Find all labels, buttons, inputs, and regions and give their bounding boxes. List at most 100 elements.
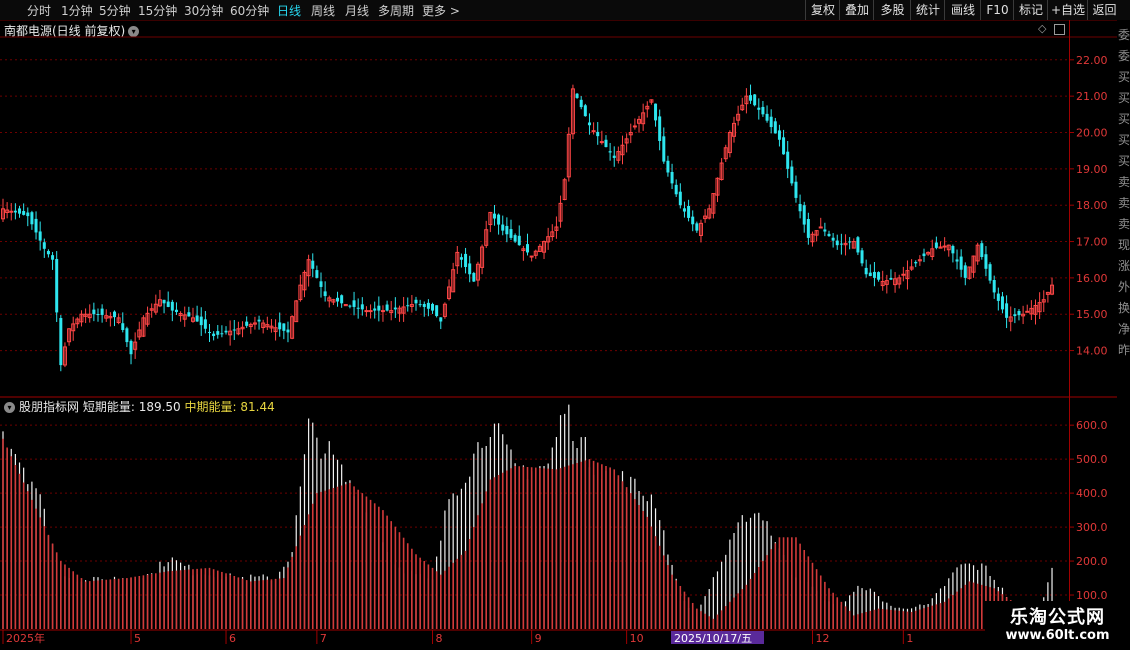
candle-body xyxy=(1000,296,1004,310)
period-tab-multi[interactable]: 多周期 xyxy=(378,2,414,19)
candle-body xyxy=(835,240,839,246)
candle-body xyxy=(340,295,344,304)
candle-body xyxy=(744,95,749,105)
quote-field-label: 涨 xyxy=(1118,259,1130,273)
quote-field-label: 买 xyxy=(1118,70,1130,84)
period-tab-daily[interactable]: 日线 xyxy=(277,2,301,19)
candle-body xyxy=(278,322,282,330)
candle-body xyxy=(818,226,823,229)
candle-body xyxy=(224,330,228,333)
candle-body xyxy=(195,315,199,322)
candle-body xyxy=(360,304,364,310)
period-tab-monthly[interactable]: 月线 xyxy=(345,2,369,19)
candle-body xyxy=(868,272,872,277)
overlay-button[interactable]: 叠加 xyxy=(839,0,874,20)
candle-body xyxy=(302,271,307,291)
candle-body xyxy=(377,305,381,311)
candle-body xyxy=(529,255,534,258)
date-label: 12 xyxy=(815,632,829,645)
candle-body xyxy=(1021,313,1026,317)
period-tab-weekly[interactable]: 周线 xyxy=(311,2,335,19)
candle-body xyxy=(1041,299,1046,303)
period-tab-more[interactable]: 更多 > xyxy=(422,2,460,19)
statistics-button[interactable]: 统计 xyxy=(910,0,945,20)
candle-body xyxy=(975,244,980,262)
candle-body xyxy=(509,229,513,238)
candle-body xyxy=(431,303,435,311)
candle-body xyxy=(113,311,117,318)
candle-body xyxy=(5,209,10,214)
candle-body xyxy=(1037,302,1042,313)
candle-body xyxy=(170,301,174,311)
period-tab-30min[interactable]: 30分钟 xyxy=(184,2,223,19)
candle-body xyxy=(100,308,104,315)
candle-body xyxy=(963,265,967,278)
add-watchlist-button[interactable]: +自选 xyxy=(1047,0,1088,20)
candle-body xyxy=(505,225,509,235)
adjust-button[interactable]: 复权 xyxy=(805,0,840,20)
candle-body xyxy=(459,257,463,260)
candle-body xyxy=(711,193,716,214)
candle-body xyxy=(116,317,121,324)
draw-line-button[interactable]: 画线 xyxy=(944,0,981,20)
candle-body xyxy=(290,316,295,339)
candle-body xyxy=(736,113,741,121)
candle-body xyxy=(839,243,843,245)
candle-body xyxy=(208,331,211,333)
candle-body xyxy=(678,191,682,206)
panel-toggle-icon[interactable] xyxy=(1054,24,1065,35)
candle-body xyxy=(749,95,753,101)
candle-body xyxy=(406,305,410,307)
candle-body xyxy=(75,318,80,325)
mark-button[interactable]: 标记 xyxy=(1013,0,1048,20)
candle-body xyxy=(591,130,596,133)
indicator-tick-label: 500.0 xyxy=(1076,453,1108,466)
candle-body xyxy=(848,241,852,243)
candle-body xyxy=(872,271,876,278)
stock-chart[interactable]: 14.00 15.00 16.00 17.00 18.00 19.00 20.00 21.00… xyxy=(0,0,1130,650)
candle-body xyxy=(488,211,493,226)
quote-field-label: 卖 xyxy=(1118,217,1130,231)
candle-body xyxy=(897,277,902,285)
period-tab-60min[interactable]: 60分钟 xyxy=(230,2,269,19)
candle-body xyxy=(703,215,708,220)
multi-stock-button[interactable]: 多股 xyxy=(873,0,911,20)
price-tick-label: 20.00 xyxy=(1076,126,1108,139)
period-tab-15min[interactable]: 15分钟 xyxy=(138,2,177,19)
candle-body xyxy=(851,241,856,249)
candle-body xyxy=(616,151,621,161)
candle-body xyxy=(133,341,138,350)
price-tick-label: 18.00 xyxy=(1076,199,1108,212)
chevron-down-icon[interactable]: ▾ xyxy=(4,402,15,413)
candle-body xyxy=(827,233,831,237)
candle-body xyxy=(26,212,30,217)
price-tick-label: 17.00 xyxy=(1076,236,1108,249)
period-tab-5min[interactable]: 5分钟 xyxy=(99,2,131,19)
f10-button[interactable]: F10 xyxy=(980,0,1014,20)
candle-body xyxy=(753,94,757,106)
candle-body xyxy=(587,122,591,126)
candle-body xyxy=(323,291,327,297)
candle-body xyxy=(996,293,1000,301)
candle-body xyxy=(654,103,658,121)
diamond-icon[interactable]: ◇ xyxy=(1038,22,1046,35)
candle-body xyxy=(575,93,579,98)
candle-body xyxy=(513,235,517,242)
period-tab-1min[interactable]: 1分钟 xyxy=(61,2,93,19)
candle-body xyxy=(604,139,608,148)
chevron-down-icon[interactable]: ▾ xyxy=(128,26,140,37)
candle-body xyxy=(286,329,290,333)
candle-body xyxy=(121,323,125,330)
back-button[interactable]: 返回 xyxy=(1087,0,1121,20)
cursor-date-label: 2025/10/17/五 xyxy=(674,632,752,645)
indicator-tick-label: 600.0 xyxy=(1076,419,1108,432)
candle-body xyxy=(190,317,195,322)
stock-name-label: 南都电源(日线 前复权) xyxy=(4,24,126,38)
candle-body xyxy=(157,299,162,307)
period-tab-timeshare[interactable]: 分时 xyxy=(27,2,51,19)
candle-body xyxy=(62,346,67,366)
candle-body xyxy=(364,310,369,313)
candle-body xyxy=(773,121,777,134)
candle-body xyxy=(261,322,266,329)
candle-body xyxy=(526,244,530,253)
